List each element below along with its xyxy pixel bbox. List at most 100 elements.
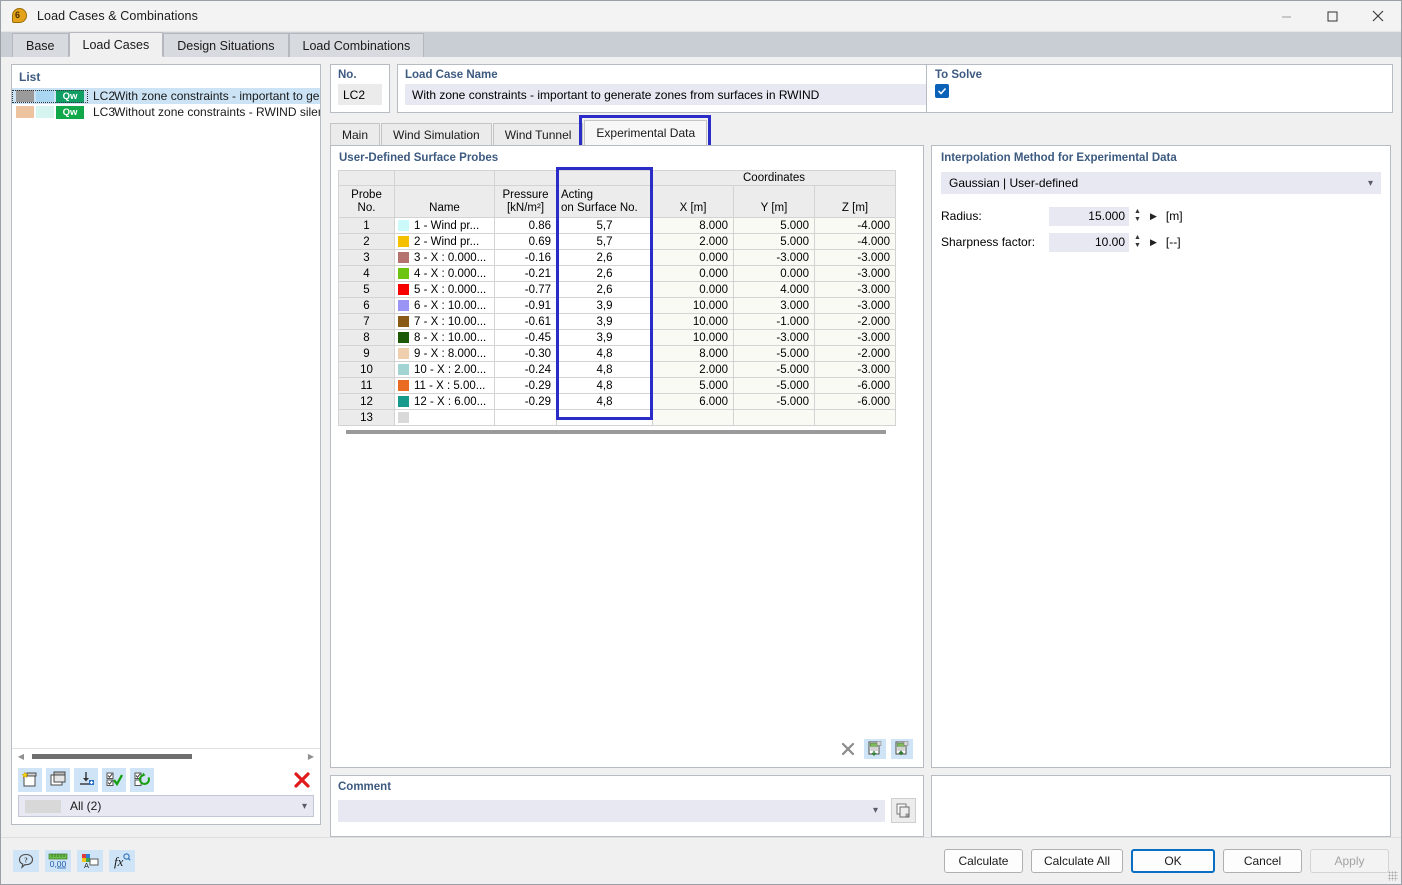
resize-grip[interactable] — [1388, 871, 1398, 881]
interpolation-panel: Interpolation Method for Experimental Da… — [931, 145, 1391, 768]
table-row[interactable]: 4 4 - X : 0.000... -0.21 2,6 0.000 0.000… — [338, 265, 897, 282]
table-row[interactable]: 9 9 - X : 8.000... -0.30 4,8 8.000 -5.00… — [338, 345, 897, 362]
tab-load-cases[interactable]: Load Cases — [68, 32, 164, 57]
tab-wind-simulation-label: Wind Simulation — [393, 127, 480, 142]
minimize-button[interactable] — [1263, 1, 1309, 32]
units-icon[interactable]: 0,00 — [45, 849, 71, 872]
row-no: 5 — [338, 281, 395, 298]
chevron-down-icon[interactable]: ▾ — [1368, 178, 1373, 189]
row-name: 10 - X : 2.00... — [394, 361, 495, 378]
hdr-pressure: Pressure [kN/m²] — [494, 185, 557, 218]
row-y: -3.000 — [733, 329, 815, 346]
chevron-down-icon[interactable]: ▾ — [302, 801, 307, 812]
table-row[interactable]: 1 1 - Wind pr... 0.86 5,7 8.000 5.000 -4… — [338, 217, 897, 234]
scroll-right-icon[interactable]: ▶ — [305, 752, 317, 761]
copy-window-icon[interactable] — [46, 767, 70, 792]
to-solve-panel: To Solve — [926, 64, 1393, 113]
chevron-down-icon[interactable]: ▾ — [873, 805, 878, 816]
no-label: No. — [338, 69, 357, 81]
list-filter-row: All (2) ▾ — [12, 795, 320, 824]
row-surface: 3,9 — [556, 313, 653, 330]
sharpness-input[interactable]: 10.00 — [1049, 232, 1129, 252]
row-pressure: -0.21 — [494, 265, 557, 282]
table-row[interactable]: 11 11 - X : 5.00... -0.29 4,8 5.000 -5.0… — [338, 377, 897, 394]
list-horizontal-scrollbar[interactable]: ◀ ▶ — [12, 748, 320, 763]
table-export-icon[interactable] — [891, 739, 913, 759]
ok-button[interactable]: OK — [1131, 848, 1215, 873]
list-item[interactable]: Qw LC2 With zone constraints - important… — [12, 88, 320, 104]
scroll-track[interactable] — [27, 750, 305, 763]
cancel-button[interactable]: Cancel — [1223, 848, 1302, 873]
table-row[interactable]: 7 7 - X : 10.00... -0.61 3,9 10.000 -1.0… — [338, 313, 897, 330]
radius-value: 15.000 — [1088, 209, 1125, 223]
tab-wind-tunnel[interactable]: Wind Tunnel — [492, 123, 584, 145]
radius-input[interactable]: 15.000 — [1049, 206, 1129, 226]
scroll-left-icon[interactable]: ◀ — [15, 752, 27, 761]
sharpness-label: Sharpness factor: — [941, 235, 1036, 249]
hdr-coordinates: Coordinates — [651, 170, 897, 186]
x-icon[interactable] — [837, 739, 859, 759]
checklist-check-icon[interactable] — [102, 767, 126, 792]
apply-button: Apply — [1310, 848, 1389, 873]
import-icon[interactable] — [74, 767, 98, 792]
interpolation-method-combo[interactable]: Gaussian | User-defined ▾ — [941, 172, 1381, 194]
new-window-icon[interactable] — [18, 767, 42, 792]
color-palette-icon[interactable]: A — [77, 849, 103, 872]
list-item-swatches: Qw — [12, 105, 88, 119]
list-filter-combo[interactable]: All (2) ▾ — [18, 795, 314, 817]
scroll-thumb[interactable] — [346, 430, 886, 434]
radius-label: Radius: — [941, 209, 982, 223]
table-row[interactable]: 8 8 - X : 10.00... -0.45 3,9 10.000 -3.0… — [338, 329, 897, 346]
to-solve-checkbox[interactable] — [935, 84, 949, 98]
close-icon[interactable] — [1355, 1, 1401, 32]
table-row[interactable]: 10 10 - X : 2.00... -0.24 4,8 2.000 -5.0… — [338, 361, 897, 378]
svg-text:?: ? — [24, 856, 28, 864]
load-case-list[interactable]: Qw LC2 With zone constraints - important… — [12, 88, 320, 748]
calculate-all-button[interactable]: Calculate All — [1030, 848, 1123, 873]
tab-wind-tunnel-label: Wind Tunnel — [504, 127, 572, 142]
checklist-refresh-icon[interactable] — [130, 767, 154, 792]
row-x: 10.000 — [652, 297, 734, 314]
probe-table[interactable]: Coordinates Probe No. Name Pressure [kN/… — [338, 170, 897, 426]
tab-base[interactable]: Base — [12, 33, 69, 57]
row-x: 0.000 — [652, 265, 734, 282]
tab-design-situations[interactable]: Design Situations — [163, 33, 289, 57]
table-row[interactable]: 6 6 - X : 10.00... -0.91 3,9 10.000 3.00… — [338, 297, 897, 314]
row-z: -4.000 — [813, 233, 897, 250]
red-x-icon[interactable] — [290, 768, 314, 792]
question-bubble-icon[interactable]: ? — [13, 849, 39, 872]
fx-icon[interactable]: fx — [109, 849, 135, 872]
row-x: 2.000 — [652, 233, 734, 250]
tab-main[interactable]: Main — [330, 123, 381, 145]
copy-icon[interactable] — [891, 798, 916, 823]
sharpness-stepper[interactable]: ▲ ▼ — [1131, 233, 1144, 252]
tab-wind-simulation[interactable]: Wind Simulation — [381, 123, 492, 145]
table-horizontal-scrollbar[interactable] — [346, 430, 908, 436]
comment-input[interactable]: ▾ — [338, 799, 885, 822]
table-row[interactable]: 13 — [338, 409, 897, 426]
hdr-z: Z [m] — [813, 185, 897, 218]
list-item[interactable]: Qw LC3 Without zone constraints - RWIND … — [12, 104, 320, 120]
table-row[interactable]: 5 5 - X : 0.000... -0.77 2,6 0.000 4.000… — [338, 281, 897, 298]
table-row[interactable]: 12 12 - X : 6.00... -0.29 4,8 6.000 -5.0… — [338, 393, 897, 410]
sharpness-more-icon[interactable]: ▶ — [1150, 237, 1157, 248]
row-name: 8 - X : 10.00... — [394, 329, 495, 346]
probe-color-swatch — [398, 412, 409, 423]
probe-color-swatch — [398, 380, 409, 391]
hdr-spacer-4 — [556, 170, 653, 186]
tab-load-combinations[interactable]: Load Combinations — [288, 33, 425, 57]
maximize-button[interactable] — [1309, 1, 1355, 32]
calculate-button[interactable]: Calculate — [943, 848, 1023, 873]
table-row[interactable]: 3 3 - X : 0.000... -0.16 2,6 0.000 -3.00… — [338, 249, 897, 266]
table-import-icon[interactable] — [864, 739, 886, 759]
row-pressure: -0.30 — [494, 345, 557, 362]
table-row[interactable]: 2 2 - Wind pr... 0.69 5,7 2.000 5.000 -4… — [338, 233, 897, 250]
row-z: -3.000 — [813, 265, 897, 282]
radius-stepper[interactable]: ▲ ▼ — [1131, 207, 1144, 226]
filter-label: All (2) — [70, 799, 102, 813]
row-x: 10.000 — [652, 313, 734, 330]
dialog-body: List Qw LC2 With zone constraints - impo… — [1, 57, 1401, 837]
scroll-thumb[interactable] — [32, 753, 192, 759]
radius-more-icon[interactable]: ▶ — [1150, 211, 1157, 222]
tab-experimental-data[interactable]: Experimental Data — [579, 115, 712, 149]
